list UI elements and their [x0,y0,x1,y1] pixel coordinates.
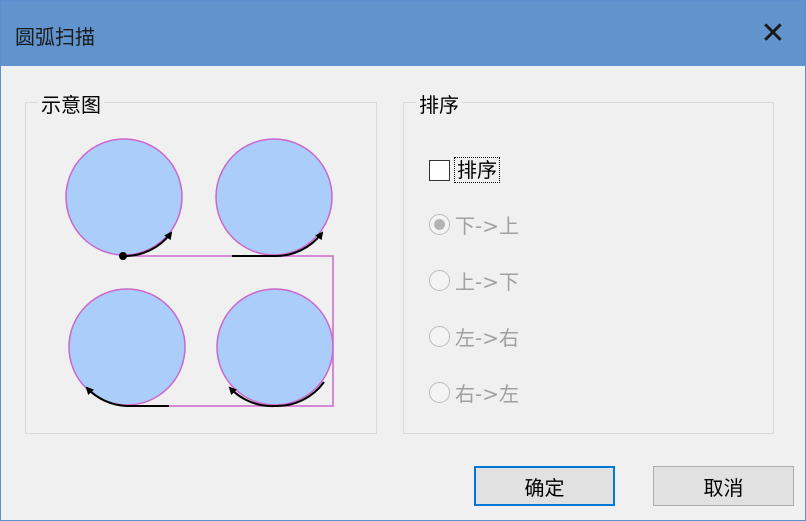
sort-groupbox: 排序 排序 下->上 上->下 左->右 右->左 [403,89,774,434]
sort-checkbox[interactable] [429,159,450,181]
radio-label: 左->右 [455,325,519,350]
radio-label: 右->左 [455,381,519,406]
arc-scan-diagram [65,138,334,408]
window-title: 圆弧扫描 [15,25,95,49]
circle-bottom-left [68,288,186,406]
circle-bottom-right [216,288,334,406]
radio-left-to-right[interactable]: 左->右 [429,321,519,351]
circle-top-left [65,138,183,256]
radio-label: 下->上 [455,213,519,238]
sort-group-legend: 排序 [416,89,462,118]
radio-button[interactable] [429,325,450,347]
title-bar[interactable]: 圆弧扫描 ✕ [1,1,805,66]
dialog-window: 圆弧扫描 ✕ 示意图 排序 排序 下->上 上->下 左->右 右->左 确定 … [0,0,806,521]
cancel-button[interactable]: 取消 [653,466,794,506]
radio-selected-dot [434,218,445,230]
ok-button[interactable]: 确定 [474,466,615,506]
diagram-groupbox: 示意图 [25,89,377,434]
radio-right-to-left[interactable]: 右->左 [429,377,519,407]
close-icon: ✕ [760,16,786,51]
radio-button[interactable] [429,213,450,235]
radio-label: 上->下 [455,269,519,294]
radio-button[interactable] [429,381,450,403]
close-button[interactable]: ✕ [741,1,805,66]
radio-button[interactable] [429,269,450,291]
circle-top-right [215,138,333,256]
radio-top-to-bottom[interactable]: 上->下 [429,265,519,295]
sort-checkbox-row[interactable]: 排序 [429,155,500,185]
sort-checkbox-label[interactable]: 排序 [454,157,500,183]
radio-bottom-to-top[interactable]: 下->上 [429,209,519,239]
